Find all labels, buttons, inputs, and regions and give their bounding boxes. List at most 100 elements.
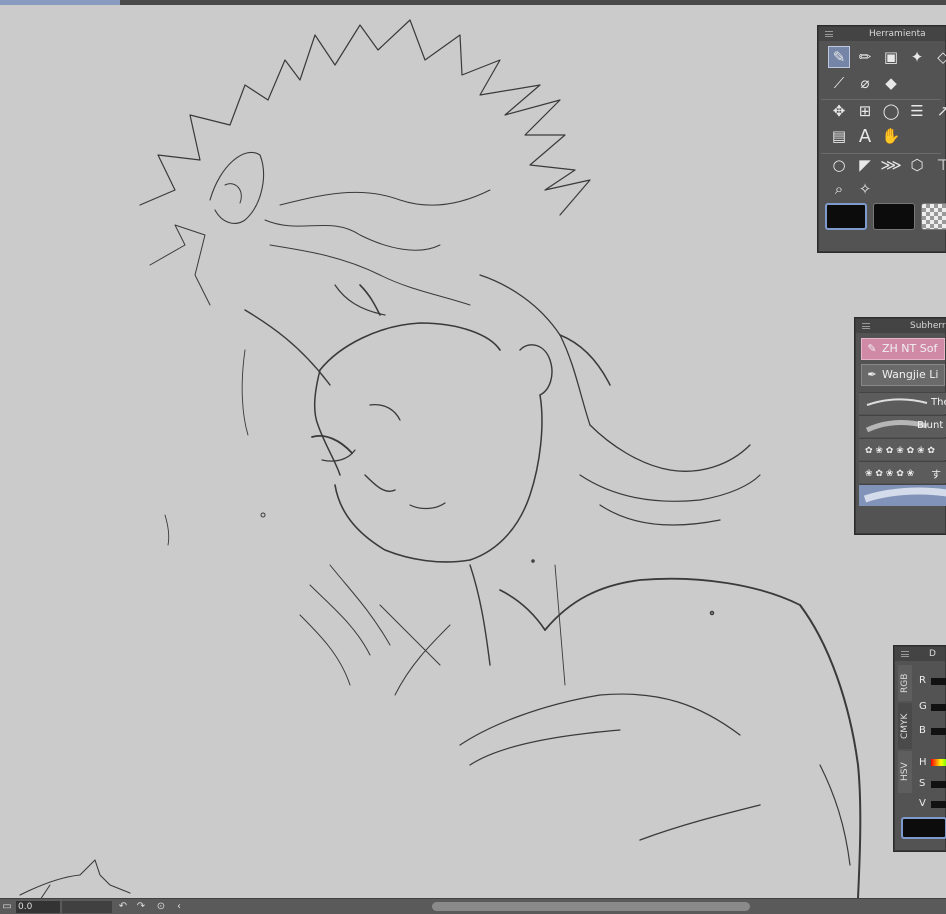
clip-studio-window: Herramienta ✎ ✏ ▣ ✦ ◇ ⟋ ⌀ ◆ ✥ ⊞ ◯ ☰ ↗ ▤ … [0, 0, 946, 914]
brush-item-selected[interactable] [859, 484, 946, 506]
main-color-swatch[interactable] [825, 203, 867, 230]
transform-tool[interactable]: ⊞ [854, 100, 876, 122]
subtool-panel-titlebar[interactable]: Subherra [856, 319, 946, 333]
tool-panel-titlebar[interactable]: Herramienta [819, 27, 945, 41]
brush-icon: ✎ [867, 342, 877, 355]
fill-tool[interactable]: ◆ [880, 72, 902, 94]
slider-b[interactable] [931, 728, 946, 735]
status-bar: ▭ 0.0 ↶ ↷ ⊙ ‹ [0, 898, 946, 914]
subtool-group-secondary[interactable]: ✒ Wangjie Li [861, 364, 945, 386]
pen-icon: ✒ [867, 368, 877, 381]
panel-menu-icon[interactable] [901, 651, 909, 657]
sub-color-swatch[interactable] [873, 203, 915, 230]
selection-icon: ☰ [910, 102, 924, 120]
svg-text:❀ ✿ ❀ ✿ ❀: ❀ ✿ ❀ ✿ ❀ [865, 469, 914, 479]
arrow-icon: ↗ [936, 102, 946, 120]
slider-label-h: H [919, 757, 927, 768]
layer-tool[interactable]: ▤ [828, 125, 850, 147]
lasso-tool[interactable]: ◯ [880, 100, 902, 122]
brush-tool[interactable]: ✎ [828, 46, 850, 68]
brush-stroke-preview [866, 398, 928, 406]
color-panel-titlebar[interactable]: D [895, 647, 945, 661]
brush-item[interactable]: Blunt S [859, 415, 946, 437]
subtool-panel-title: Subherra [910, 321, 946, 331]
sparkle-tool[interactable]: ✦ [906, 46, 928, 68]
svg-text:✿ ❀ ✿ ❀ ✿ ❀ ✿: ✿ ❀ ✿ ❀ ✿ ❀ ✿ [865, 446, 935, 456]
eraser-tool[interactable]: ◇ [932, 46, 946, 68]
tool-panel-title: Herramienta [869, 29, 926, 39]
sparkle-add-icon: ✧ [858, 180, 872, 198]
reset-rotation-icon[interactable]: ⊙ [154, 900, 168, 914]
sparkle-icon: ✦ [910, 48, 924, 66]
pencil-tool[interactable]: ⌀ [854, 72, 876, 94]
fill-bucket-icon: ◆ [885, 74, 897, 92]
perspective-icon: ⋙ [880, 156, 902, 174]
slider-g[interactable] [931, 704, 946, 711]
pin-icon: ⊤ [936, 156, 946, 174]
tab-rgb-label: RGB [900, 673, 910, 693]
eraser-icon: ◇ [937, 48, 946, 66]
horizontal-scrollbar[interactable] [432, 902, 750, 911]
slider-label-v: V [919, 798, 926, 809]
brush-item[interactable]: The [859, 392, 946, 414]
subtool-group-primary[interactable]: ✎ ZH NT Sof [861, 338, 945, 360]
slider-label-b: B [919, 725, 926, 736]
layer-icon: ▤ [831, 127, 847, 145]
slider-v[interactable] [931, 801, 946, 808]
panel-menu-icon[interactable] [862, 323, 870, 329]
subtool-panel: Subherra ✎ ZH NT Sof ✒ Wangjie Li The Blun… [855, 318, 946, 534]
collapse-arrow-icon[interactable]: ‹ [172, 900, 186, 914]
color-panel-title: D [929, 649, 936, 659]
eyedropper-icon: ⟋ [833, 74, 845, 92]
tab-hsv[interactable]: HSV [898, 751, 912, 793]
transparent-color-swatch[interactable] [921, 203, 946, 230]
3d-icon: ⬡ [910, 156, 924, 174]
slider-label-g: G [919, 701, 927, 712]
circle-tool[interactable]: ○ [828, 154, 850, 176]
lasso-icon: ◯ [882, 102, 900, 120]
brush-stroke-preview [863, 487, 946, 503]
drawing-canvas[interactable] [0, 5, 946, 898]
subtool-group-primary-label: ZH NT Sof [882, 342, 938, 355]
pen-icon: ✏ [858, 48, 872, 66]
zoom-tool[interactable]: ⌕ [828, 178, 850, 200]
ruler-tool[interactable]: ◤ [854, 154, 876, 176]
pencil-icon: ⌀ [860, 74, 870, 92]
brush-stroke-preview: ❀ ✿ ❀ ✿ ❀ [865, 469, 914, 479]
move-tool[interactable]: ✥ [828, 100, 850, 122]
hand-tool[interactable]: ✋ [880, 125, 902, 147]
rotate-left-icon[interactable]: ↶ [116, 900, 130, 914]
slider-label-s: S [919, 778, 926, 789]
navigator-preview[interactable] [62, 901, 112, 913]
tab-cmyk[interactable]: CMYK [898, 703, 912, 749]
pin-tool[interactable]: ⊤ [932, 154, 946, 176]
text-icon: A [858, 125, 872, 147]
slider-h[interactable] [931, 759, 946, 766]
eyedropper-tool[interactable]: ⟋ [828, 72, 850, 94]
arrow-tool[interactable]: ↗ [932, 100, 946, 122]
3d-tool[interactable]: ⬡ [906, 154, 928, 176]
sparkle-add-tool[interactable]: ✧ [854, 178, 876, 200]
slider-r[interactable] [931, 678, 946, 685]
zoom-field[interactable]: 0.0 [16, 901, 60, 913]
circle-icon: ○ [832, 156, 846, 174]
navigator-icon[interactable]: ▭ [0, 900, 14, 914]
panel-menu-icon[interactable] [825, 31, 833, 37]
tab-rgb[interactable]: RGB [898, 665, 912, 701]
rotate-right-icon[interactable]: ↷ [134, 900, 148, 914]
gradient-tool[interactable]: ▣ [880, 46, 902, 68]
pen-tool[interactable]: ✏ [854, 46, 876, 68]
selection-tool[interactable]: ☰ [906, 100, 928, 122]
tool-panel: Herramienta ✎ ✏ ▣ ✦ ◇ ⟋ ⌀ ◆ ✥ ⊞ ◯ ☰ ↗ ▤ … [818, 26, 946, 252]
ruler-icon: ◤ [859, 156, 871, 174]
slider-s[interactable] [931, 781, 946, 788]
brush-item[interactable]: ✿ ❀ ✿ ❀ ✿ ❀ ✿ [859, 438, 946, 460]
perspective-tool[interactable]: ⋙ [880, 154, 902, 176]
tab-cmyk-label: CMYK [900, 713, 910, 739]
slider-label-r: R [919, 675, 926, 686]
subtool-group-secondary-label: Wangjie Li [882, 368, 939, 381]
current-color-swatch[interactable] [901, 817, 946, 839]
brush-item[interactable]: ❀ ✿ ❀ ✿ ❀ す [859, 461, 946, 483]
tab-hsv-label: HSV [900, 762, 910, 782]
text-tool[interactable]: A [854, 125, 876, 147]
